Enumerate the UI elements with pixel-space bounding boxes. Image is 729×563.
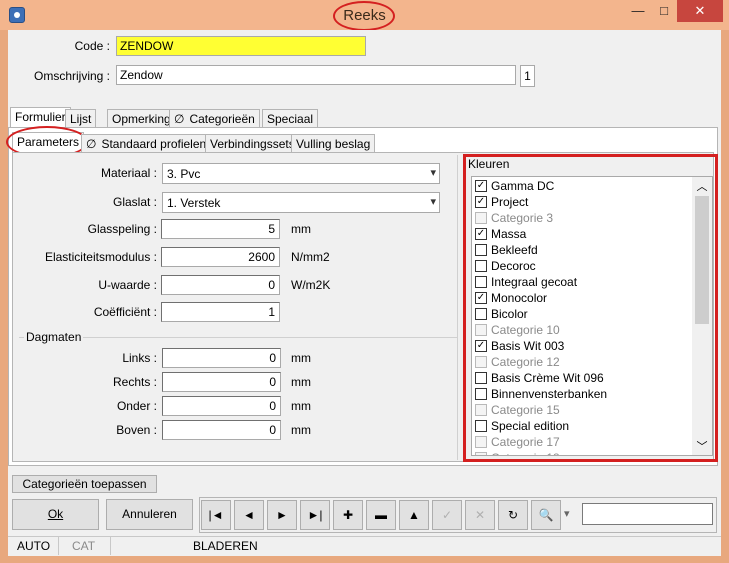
materiaal-value: 3. Pvc xyxy=(167,167,201,181)
status-mode: AUTO xyxy=(17,539,51,553)
dagmaten-group-line xyxy=(19,337,457,338)
paperclip-icon: ∅ xyxy=(86,137,97,151)
dagmaten-title: Dagmaten xyxy=(24,330,84,344)
elasticiteit-unit: N/mm2 xyxy=(291,250,330,264)
coef-input[interactable]: 1 xyxy=(161,302,280,322)
cancel-edit-icon[interactable]: ✕ xyxy=(465,500,495,530)
prev-record-icon[interactable]: ◄ xyxy=(234,500,264,530)
tab-verbindingssets[interactable]: Verbindingssets xyxy=(205,134,300,153)
tab-speciaal[interactable]: Speciaal xyxy=(262,109,319,128)
title-highlight-oval xyxy=(333,1,395,31)
materiaal-label: Materiaal : xyxy=(100,166,157,180)
last-record-icon[interactable]: ►| xyxy=(300,500,330,530)
tab-categorieen[interactable]: ∅ Categorieën xyxy=(169,109,260,128)
paperclip-icon: ∅ xyxy=(174,112,185,126)
status-separator xyxy=(58,537,59,555)
kleuren-highlight-box xyxy=(463,154,718,462)
status-cat: CAT xyxy=(72,539,96,553)
links-label: Links : xyxy=(122,351,157,365)
boven-unit: mm xyxy=(291,423,311,437)
uwaarde-unit: W/m2K xyxy=(291,278,331,292)
links-input[interactable]: 0 xyxy=(162,348,281,368)
onder-input[interactable]: 0 xyxy=(162,396,281,416)
onder-unit: mm xyxy=(291,399,311,413)
rechts-input[interactable]: 0 xyxy=(162,372,281,392)
chevron-down-icon: ▾ xyxy=(430,167,436,179)
omschrijving-index: 1 xyxy=(520,65,535,87)
uwaarde-label: U-waarde : xyxy=(98,278,157,292)
search-input[interactable] xyxy=(582,503,713,525)
search-icon[interactable]: 🔍 xyxy=(531,500,561,530)
status-state: BLADEREN xyxy=(193,539,258,553)
delete-record-icon[interactable]: ▬ xyxy=(366,500,396,530)
boven-label: Boven : xyxy=(116,423,157,437)
tab-vulling-beslag[interactable]: Vulling beslag xyxy=(291,134,376,153)
tab-lijst[interactable]: Lijst xyxy=(65,109,97,128)
elasticiteit-input[interactable]: 2600 xyxy=(161,247,280,267)
status-separator xyxy=(110,537,111,555)
refresh-icon[interactable]: ↻ xyxy=(498,500,528,530)
tab-standaard-profielen[interactable]: ∅ Standaard profielen xyxy=(81,134,212,153)
edit-record-icon[interactable]: ▲ xyxy=(399,500,429,530)
minimize-button[interactable]: — xyxy=(626,0,650,22)
add-record-icon[interactable]: ✚ xyxy=(333,500,363,530)
code-input[interactable]: ZENDOW xyxy=(116,36,366,56)
omschrijving-input[interactable]: Zendow xyxy=(116,65,516,85)
uwaarde-input[interactable]: 0 xyxy=(161,275,280,295)
glaslat-value: 1. Verstek xyxy=(167,196,221,210)
panel-separator xyxy=(457,155,458,460)
glasspeling-unit: mm xyxy=(291,222,311,236)
title-bar: Reeks — □ ✕ xyxy=(0,0,729,31)
maximize-button[interactable]: □ xyxy=(652,0,676,22)
search-dropdown-icon[interactable]: ▾ xyxy=(564,507,570,520)
ok-button[interactable]: Ok xyxy=(12,499,99,530)
tab-categorieen-label: Categorieën xyxy=(189,112,255,126)
annuleren-button[interactable]: Annuleren xyxy=(106,499,193,530)
glasspeling-input[interactable]: 5 xyxy=(161,219,280,239)
tab-standaard-profielen-label: Standaard profielen xyxy=(101,137,207,151)
materiaal-select[interactable]: 3. Pvc ▾ xyxy=(162,163,440,184)
confirm-icon[interactable]: ✓ xyxy=(432,500,462,530)
elasticiteit-label: Elasticiteitsmodulus : xyxy=(44,250,157,264)
links-unit: mm xyxy=(291,351,311,365)
tab-opmerking[interactable]: Opmerking xyxy=(107,109,176,128)
status-bar xyxy=(8,536,721,556)
rechts-label: Rechts : xyxy=(112,375,157,389)
next-record-icon[interactable]: ► xyxy=(267,500,297,530)
close-button[interactable]: ✕ xyxy=(677,0,723,22)
onder-label: Onder : xyxy=(116,399,157,413)
categorieen-toepassen-button[interactable]: Categorieën toepassen xyxy=(12,475,157,493)
glasspeling-label: Glasspeling : xyxy=(87,222,157,236)
chevron-down-icon: ▾ xyxy=(430,196,436,208)
first-record-icon[interactable]: |◄ xyxy=(201,500,231,530)
glaslat-select[interactable]: 1. Verstek ▾ xyxy=(162,192,440,213)
glaslat-label: Glaslat : xyxy=(112,195,157,209)
omschrijving-label: Omschrijving : xyxy=(33,69,110,83)
code-label: Code : xyxy=(74,39,110,53)
rechts-unit: mm xyxy=(291,375,311,389)
coef-label: Coëfficiënt : xyxy=(93,305,157,319)
boven-input[interactable]: 0 xyxy=(162,420,281,440)
